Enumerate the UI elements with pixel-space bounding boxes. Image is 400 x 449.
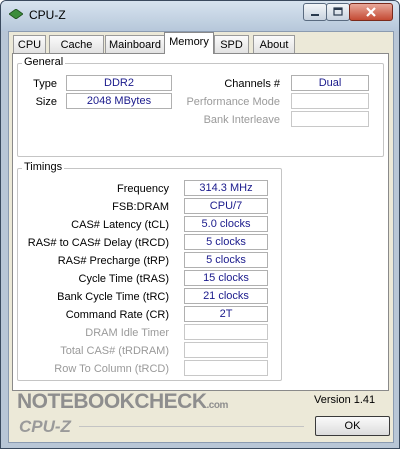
timing-label: Command Rate (CR): [65, 309, 169, 321]
tab-cache[interactable]: Cache: [49, 35, 104, 53]
performance-mode-value: [291, 93, 369, 109]
timing-value: [184, 342, 268, 358]
timing-label: RAS# Precharge (tRP): [57, 255, 169, 267]
timing-value: 15 clocks: [184, 270, 268, 286]
bank-interleave-value: [291, 111, 369, 127]
timing-value: 5 clocks: [184, 234, 268, 250]
tab-memory[interactable]: Memory: [164, 32, 214, 54]
timing-label: CAS# Latency (tCL): [71, 219, 169, 231]
ok-button[interactable]: OK: [315, 416, 390, 436]
timing-label: Total CAS# (tRDRAM): [60, 345, 169, 357]
timing-label: DRAM Idle Timer: [85, 327, 169, 339]
cpu-z-window: CPU-Z CPU Cache Mainboard Memory SPD Abo…: [0, 0, 400, 449]
close-icon: [366, 7, 376, 17]
timing-label: Cycle Time (tRAS): [78, 273, 169, 285]
client-area: CPU Cache Mainboard Memory SPD About Gen…: [8, 31, 394, 443]
timing-value: 2T: [184, 306, 268, 322]
timing-value: [184, 360, 268, 376]
tab-cpu[interactable]: CPU: [13, 35, 46, 53]
timing-label: Frequency: [117, 183, 169, 195]
timings-group: Timings Frequency 314.3 MHz FSB:DRAM CPU/7 C…: [17, 161, 282, 381]
cpu-z-brand: CPU-Z: [19, 417, 71, 436]
memory-panel: General Type DDR2 Size 2048 MBytes Chann…: [12, 53, 389, 391]
size-value: 2048 MBytes: [66, 93, 172, 109]
watermark-suffix: .com: [206, 400, 229, 411]
tab-mainboard[interactable]: Mainboard: [105, 35, 165, 53]
type-label: Type: [33, 78, 57, 90]
cpu-z-app-icon: [9, 9, 23, 19]
bank-interleave-label: Bank Interleave: [203, 114, 280, 126]
tab-spd[interactable]: SPD: [214, 35, 249, 53]
timing-value: CPU/7: [184, 198, 268, 214]
minimize-icon: [311, 14, 319, 16]
close-button[interactable]: [349, 3, 393, 21]
type-value: DDR2: [66, 75, 172, 91]
title-bar[interactable]: CPU-Z: [1, 1, 399, 31]
notebookcheck-watermark: NOTEBOOKCHECK.com: [17, 390, 228, 414]
timing-label: Bank Cycle Time (tRC): [57, 291, 169, 303]
channels-label: Channels #: [224, 78, 280, 90]
timing-value: 314.3 MHz: [184, 180, 268, 196]
channels-value: Dual: [291, 75, 369, 91]
maximize-button[interactable]: [326, 3, 350, 21]
timing-value: [184, 324, 268, 340]
timings-group-label: Timings: [22, 161, 65, 173]
performance-mode-label: Performance Mode: [186, 96, 280, 108]
window-title: CPU-Z: [29, 8, 66, 22]
timing-value: 21 clocks: [184, 288, 268, 304]
watermark-text: NOTEBOOKCHECK: [17, 390, 207, 413]
tab-about[interactable]: About: [253, 35, 295, 53]
timing-value: 5 clocks: [184, 252, 268, 268]
size-label: Size: [35, 96, 57, 108]
maximize-icon: [333, 7, 343, 16]
general-group: General Type DDR2 Size 2048 MBytes Chann…: [17, 56, 384, 157]
footer-separator: [79, 426, 304, 427]
general-group-label: General: [22, 56, 66, 68]
minimize-button[interactable]: [303, 3, 327, 21]
timing-label: FSB:DRAM: [112, 201, 169, 213]
timing-label: RAS# to CAS# Delay (tRCD): [27, 237, 169, 249]
timing-label: Row To Column (tRCD): [54, 363, 169, 375]
version-label: Version 1.41: [314, 394, 376, 406]
timing-value: 5.0 clocks: [184, 216, 268, 232]
